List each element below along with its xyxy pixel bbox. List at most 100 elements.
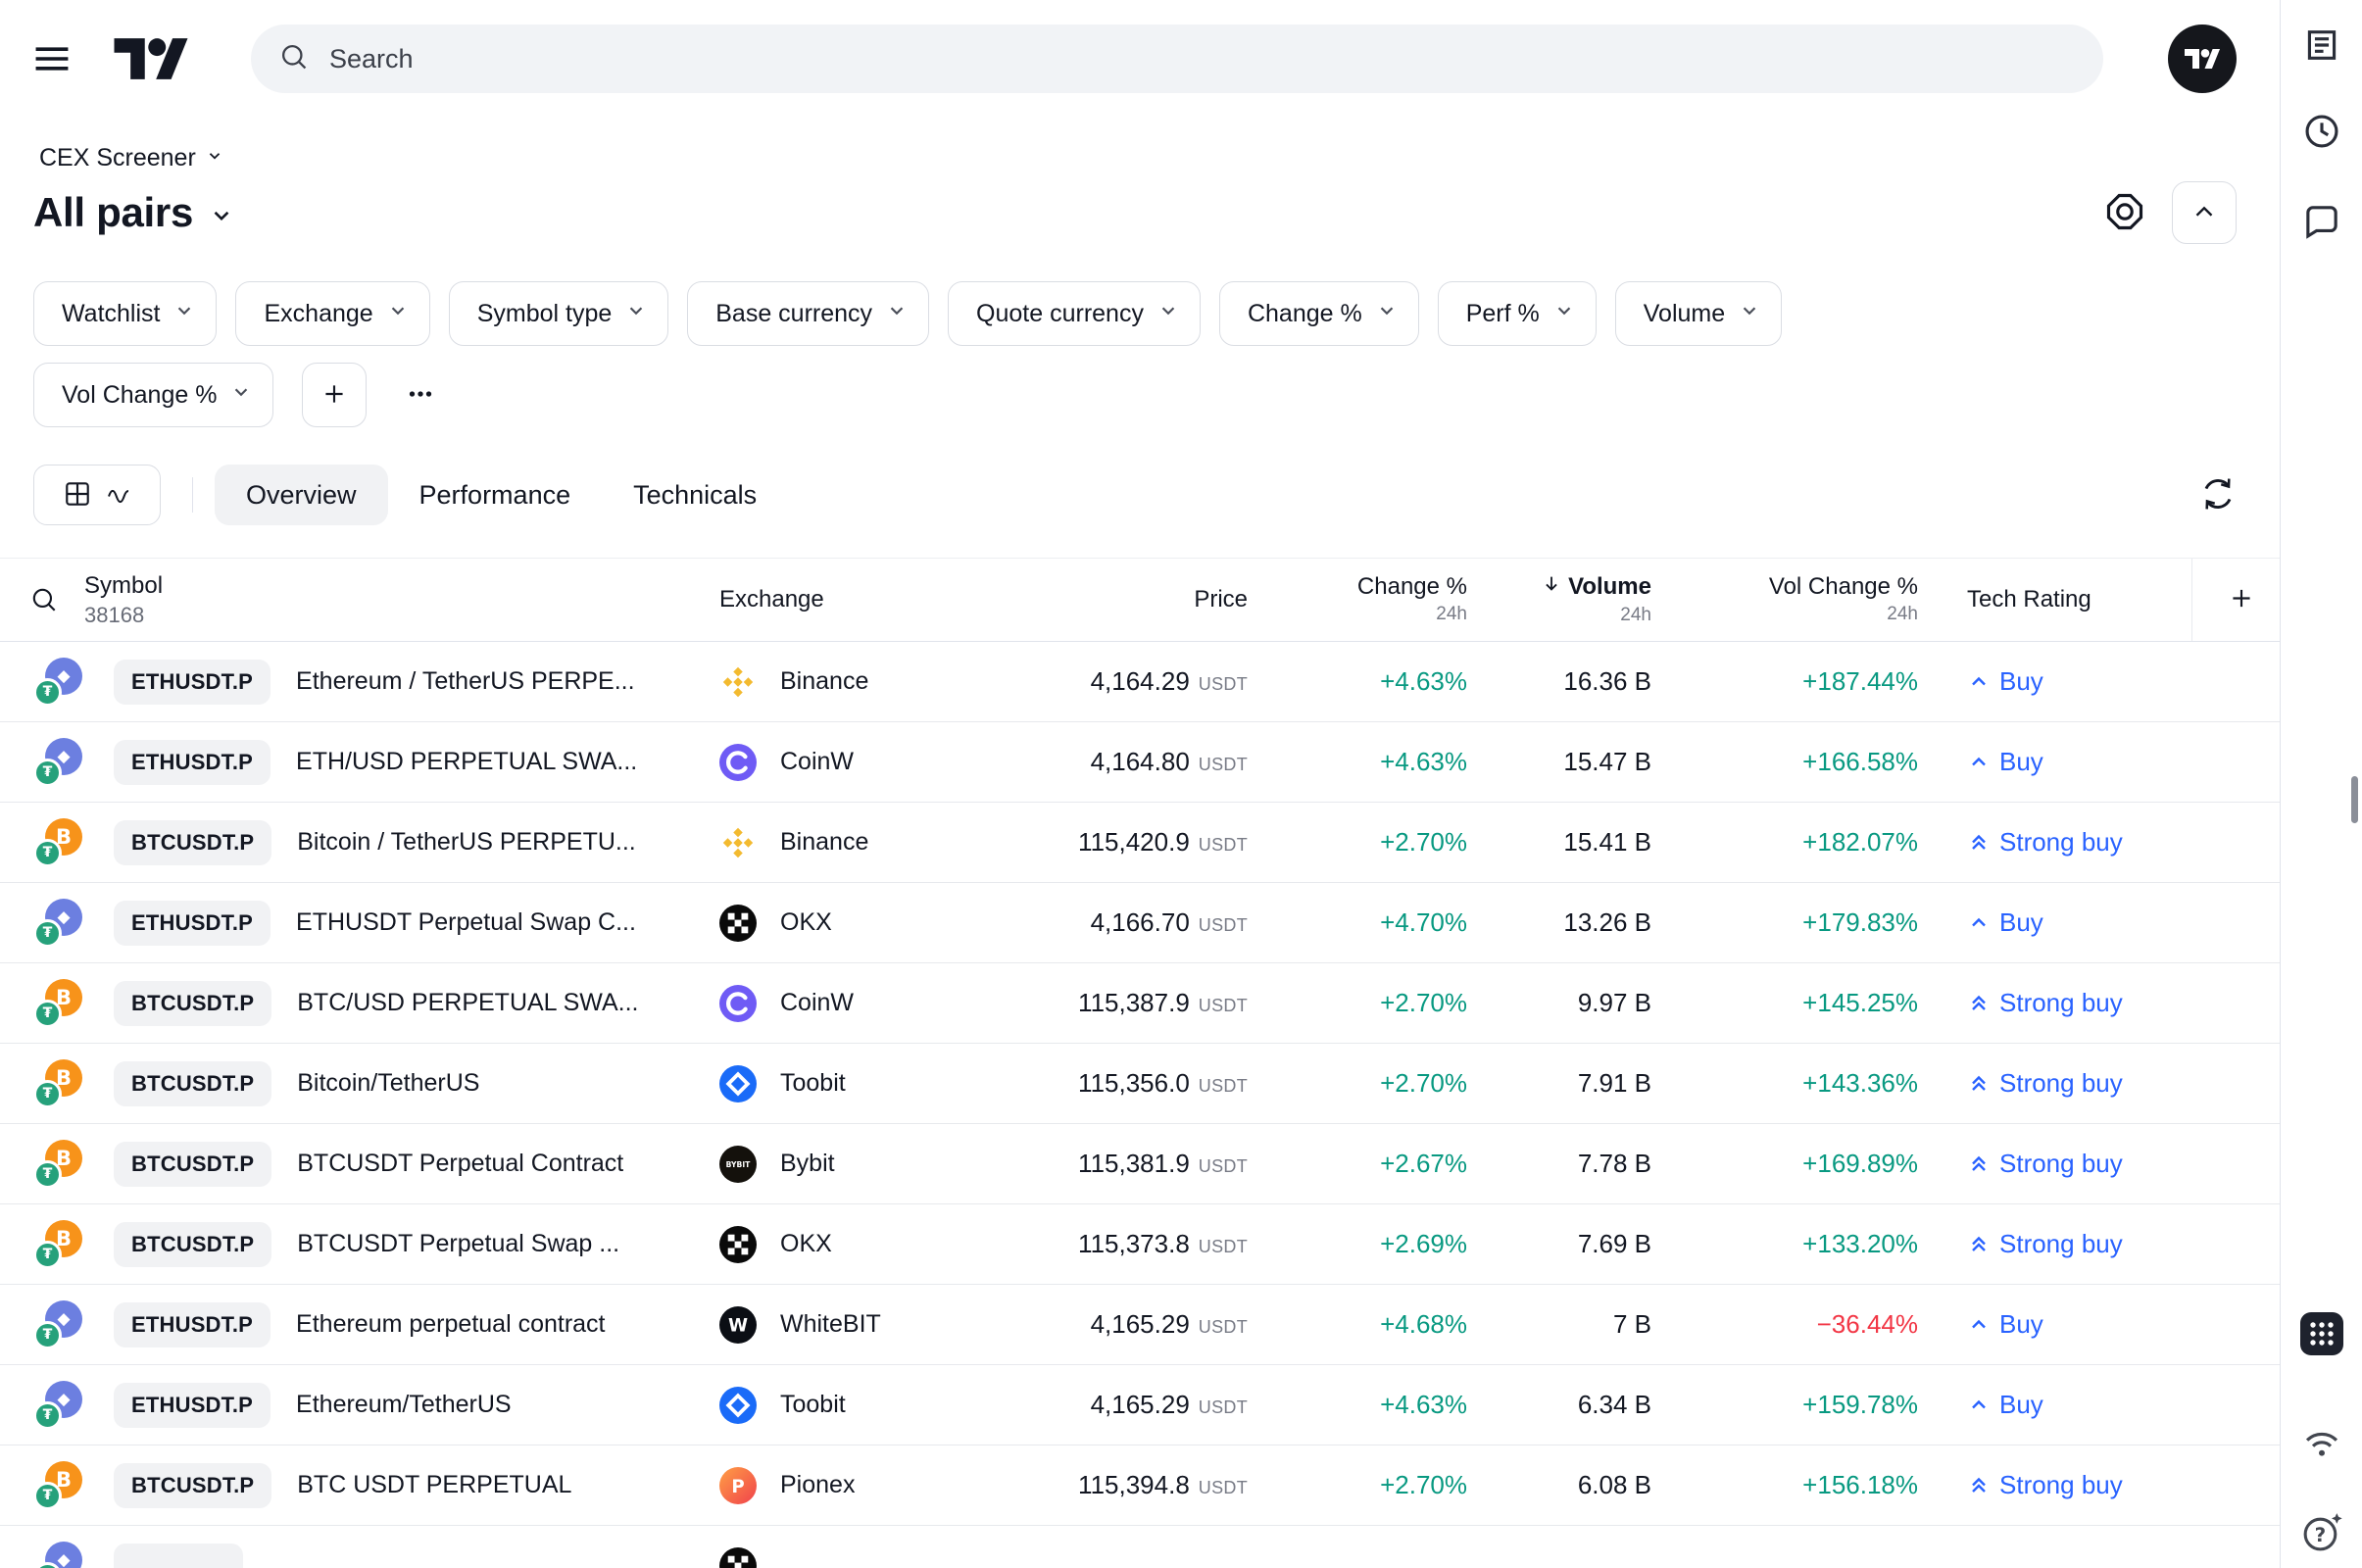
- tradingview-logo[interactable]: [114, 34, 188, 83]
- symbol-badge[interactable]: BTCUSDT.P: [114, 1222, 271, 1267]
- volume-cell: 15.41 B: [1467, 827, 1651, 858]
- pair-description[interactable]: ETH/USD PERPETUAL SWA...: [296, 748, 637, 776]
- symbol-badge[interactable]: [114, 1544, 243, 1568]
- table-row[interactable]: B ₮ BTCUSDT.P BTC/USD PERPETUAL SWA... C…: [0, 963, 2280, 1044]
- table-row[interactable]: B ₮ BTCUSDT.P BTC USDT PERPETUAL P Pione…: [0, 1446, 2280, 1526]
- chevron-down-icon: [885, 299, 909, 329]
- period-label: 24h: [1436, 605, 1467, 625]
- collapse-header-button[interactable]: [2172, 181, 2237, 244]
- price-currency: USDT: [1199, 1156, 1248, 1176]
- column-header-tech-rating[interactable]: Tech Rating: [1918, 586, 2279, 613]
- table-row[interactable]: B ₮ BTCUSDT.P BTCUSDT Perpetual Swap ...…: [0, 1204, 2280, 1285]
- data-feed-signal-icon[interactable]: [2300, 1421, 2343, 1464]
- add-column-button[interactable]: [2227, 584, 2256, 616]
- table-row[interactable]: B ₮ BTCUSDT.P Bitcoin/TetherUS Toobit 11…: [0, 1044, 2280, 1124]
- symbol-badge[interactable]: ETHUSDT.P: [114, 1383, 271, 1428]
- more-filters-button[interactable]: [389, 363, 452, 427]
- symbol-badge[interactable]: BTCUSDT.P: [114, 820, 271, 865]
- pair-description[interactable]: BTCUSDT Perpetual Swap ...: [297, 1230, 619, 1258]
- filter-exchange[interactable]: Exchange: [235, 281, 429, 346]
- symbol-search-icon[interactable]: [29, 585, 59, 614]
- filter-perf-percent[interactable]: Perf %: [1438, 281, 1597, 346]
- tab-technicals[interactable]: Technicals: [602, 465, 788, 525]
- symbol-badge[interactable]: ETHUSDT.P: [114, 901, 271, 946]
- screener-type-dropdown[interactable]: CEX Screener: [33, 143, 230, 173]
- alerts-log-clock-icon[interactable]: [2300, 110, 2343, 153]
- symbol-badge[interactable]: BTCUSDT.P: [114, 1463, 271, 1508]
- scrollbar-thumb[interactable]: [2351, 776, 2358, 823]
- user-avatar[interactable]: [2168, 24, 2237, 93]
- table-row[interactable]: ◆ ₮ ETHUSDT.P ETHUSDT Perpetual Swap C..…: [0, 883, 2280, 963]
- filter-quote-currency[interactable]: Quote currency: [948, 281, 1201, 346]
- tech-rating-cell: Buy: [1918, 666, 2279, 697]
- vol-change-percent-cell: +159.78%: [1651, 1390, 1918, 1420]
- apps-grid-icon[interactable]: [2299, 1311, 2344, 1356]
- price-cell: 4,164.80USDT: [1012, 747, 1248, 777]
- news-icon[interactable]: [2300, 24, 2343, 67]
- chevron-down-icon: [1738, 299, 1761, 329]
- pair-description[interactable]: ETHUSDT Perpetual Swap C...: [296, 908, 636, 937]
- add-filter-button[interactable]: [302, 363, 367, 427]
- hamburger-menu-icon[interactable]: [29, 36, 74, 81]
- column-header-volume[interactable]: Volume 24h: [1467, 573, 1651, 626]
- table-row[interactable]: ◆ ₮ ETHUSDT.P ETH/USD PERPETUAL SWA... C…: [0, 722, 2280, 803]
- btc-usdt-pair-icon: B ₮: [33, 1220, 82, 1269]
- rating-chevron-icon: [1967, 1072, 1991, 1096]
- price-value: 4,166.70: [1091, 907, 1190, 937]
- symbol-badge[interactable]: ETHUSDT.P: [114, 660, 271, 705]
- symbol-badge[interactable]: ETHUSDT.P: [114, 1302, 271, 1348]
- vol-change-percent-cell: +156.18%: [1651, 1470, 1918, 1500]
- rating-chevron-icon: [1967, 1313, 1991, 1337]
- symbol-badge[interactable]: BTCUSDT.P: [114, 1061, 271, 1106]
- filter-symbol-type[interactable]: Symbol type: [449, 281, 669, 346]
- chat-icon[interactable]: [2300, 200, 2343, 243]
- filter-base-currency[interactable]: Base currency: [687, 281, 929, 346]
- rating-label: Strong buy: [1999, 1068, 2123, 1099]
- symbol-badge[interactable]: ETHUSDT.P: [114, 740, 271, 785]
- table-row[interactable]: ◆ ₮ ETHUSDT.P Ethereum perpetual contrac…: [0, 1285, 2280, 1365]
- symbol-badge[interactable]: BTCUSDT.P: [114, 981, 271, 1026]
- table-row[interactable]: B ₮ BTCUSDT.P BTCUSDT Perpetual Contract…: [0, 1124, 2280, 1204]
- column-header-price[interactable]: Price: [1012, 587, 1248, 612]
- table-row[interactable]: ◆ ₮ ETHUSDT.P Ethereum/TetherUS Toobit 4…: [0, 1365, 2280, 1446]
- screener-settings-button[interactable]: [2097, 185, 2152, 240]
- column-header-vol-change[interactable]: Vol Change % 24h: [1651, 574, 1918, 625]
- column-header-change[interactable]: Change % 24h: [1248, 574, 1467, 625]
- pair-description[interactable]: BTC/USD PERPETUAL SWA...: [297, 989, 638, 1017]
- pair-description[interactable]: BTC USDT PERPETUAL: [297, 1471, 571, 1499]
- search-bar[interactable]: [251, 24, 2103, 93]
- symbol-badge[interactable]: BTCUSDT.P: [114, 1142, 271, 1187]
- pair-description[interactable]: Ethereum / TetherUS PERPE...: [296, 667, 635, 696]
- price-value: 4,165.29: [1091, 1309, 1190, 1339]
- pair-description[interactable]: Ethereum perpetual contract: [296, 1310, 605, 1339]
- pair-description[interactable]: Ethereum/TetherUS: [296, 1391, 512, 1419]
- filter-volume[interactable]: Volume: [1615, 281, 1782, 346]
- pairs-dropdown-chevron-icon[interactable]: [207, 201, 236, 230]
- price-currency: USDT: [1199, 674, 1248, 694]
- search-input[interactable]: [327, 43, 2076, 75]
- help-icon[interactable]: ?: [2299, 1510, 2344, 1555]
- cex-screener-page: CEX Screener All pairs: [0, 0, 2362, 1568]
- rating-label: Buy: [1999, 666, 2043, 697]
- pair-description[interactable]: Bitcoin / TetherUS PERPETU...: [297, 828, 636, 857]
- view-mode-toggle[interactable]: [33, 465, 161, 525]
- table-row[interactable]: B ₮ BTCUSDT.P Bitcoin / TetherUS PERPETU…: [0, 803, 2280, 883]
- pair-description[interactable]: Bitcoin/TetherUS: [297, 1069, 479, 1098]
- exchange-name: OKX: [780, 1230, 832, 1258]
- filter-vol-change-percent[interactable]: Vol Change %: [33, 363, 273, 427]
- table-row[interactable]: ◆ ₮ ETHUSDT.P Ethereum / TetherUS PERPE.…: [0, 642, 2280, 722]
- filter-change-percent[interactable]: Change %: [1219, 281, 1419, 346]
- tether-badge-icon: ₮: [33, 839, 62, 867]
- column-header-symbol[interactable]: Symbol: [84, 572, 163, 600]
- table-row[interactable]: ◆ ₮: [0, 1526, 2280, 1568]
- pair-description[interactable]: BTCUSDT Perpetual Contract: [297, 1150, 623, 1178]
- change-percent-cell: +2.67%: [1248, 1149, 1467, 1179]
- tech-rating-cell: Strong buy: [1918, 1470, 2279, 1500]
- filter-watchlist[interactable]: Watchlist: [33, 281, 217, 346]
- tab-performance[interactable]: Performance: [388, 465, 603, 525]
- change-percent-cell: +4.63%: [1248, 1390, 1467, 1420]
- column-header-exchange[interactable]: Exchange: [719, 586, 1012, 613]
- tab-overview[interactable]: Overview: [215, 465, 388, 525]
- title-row: All pairs: [33, 185, 2237, 240]
- refresh-button[interactable]: [2190, 466, 2246, 523]
